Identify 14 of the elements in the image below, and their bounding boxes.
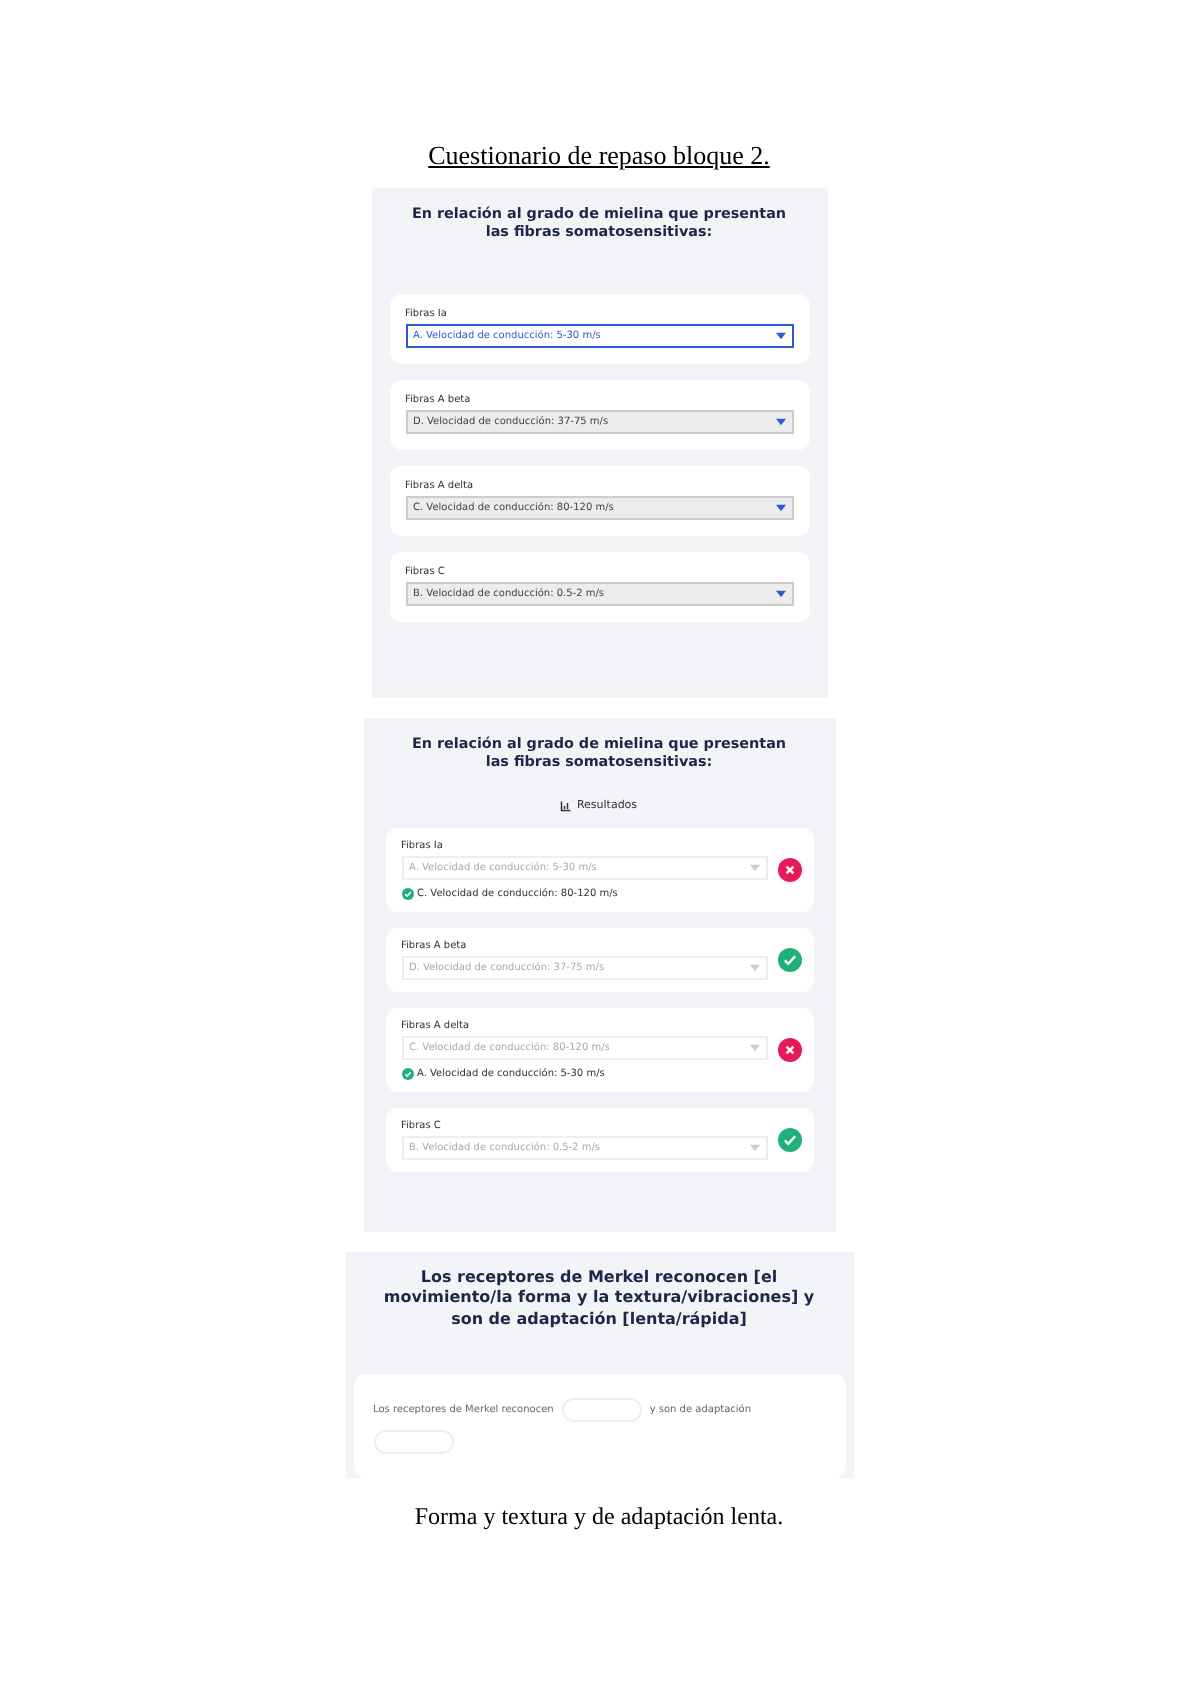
caret-icon bbox=[775, 589, 785, 598]
caret-icon bbox=[775, 331, 785, 340]
answer-text: Forma y textura y de adaptación lenta. bbox=[414, 1502, 784, 1532]
caret-icon bbox=[749, 963, 759, 972]
chart-icon bbox=[560, 799, 573, 812]
question-text: Los receptores de Merkel reconocen [el movimiento/la forma y la textura/vibraciones] y son de adaptación [lenta/rápida] bbox=[381, 1268, 817, 1331]
caret-icon bbox=[749, 1043, 759, 1052]
caret-icon bbox=[775, 503, 785, 512]
caret-icon bbox=[775, 417, 785, 426]
caret-icon bbox=[749, 1143, 759, 1152]
document-title: Cuestionario de repaso bloque 2. bbox=[428, 140, 770, 172]
check-icon bbox=[401, 887, 413, 900]
check-icon bbox=[401, 1067, 413, 1080]
caret-icon bbox=[749, 863, 759, 872]
